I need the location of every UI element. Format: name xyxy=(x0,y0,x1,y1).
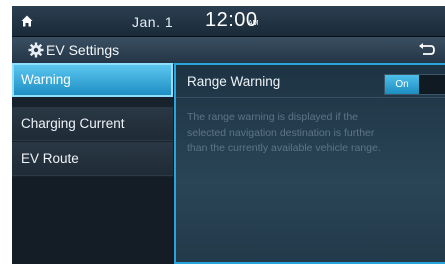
menu-item-label: Charging Current xyxy=(21,116,125,131)
description-line: selected navigation destination is furth… xyxy=(187,126,375,139)
menu-item-charging-current[interactable]: Charging Current xyxy=(12,107,173,141)
am-pm-indicator: AM xyxy=(248,20,259,27)
menu-item-label: EV Route xyxy=(21,151,79,166)
gear-icon xyxy=(28,42,44,58)
menu-item-warning[interactable]: Warning xyxy=(12,63,173,97)
back-button[interactable] xyxy=(413,41,439,59)
range-warning-toggle[interactable]: On xyxy=(384,74,445,95)
menu-item-label: Warning xyxy=(21,72,71,87)
range-warning-label: Range Warning xyxy=(187,74,281,89)
menu-item-ev-route[interactable]: EV Route xyxy=(12,142,173,176)
back-arrow-icon xyxy=(419,43,435,55)
toggle-on-label: On xyxy=(385,75,419,94)
page-title: EV Settings xyxy=(46,42,120,58)
description-line: than the currently available vehicle ran… xyxy=(187,142,381,154)
menu-empty-area xyxy=(12,177,173,264)
home-button[interactable] xyxy=(12,6,42,36)
home-icon xyxy=(21,15,33,27)
title-bar: EV Settings xyxy=(12,37,445,64)
description-line: The range warning is displayed if the xyxy=(187,111,359,123)
range-warning-description: The range warning is displayed if the se… xyxy=(187,110,445,157)
range-warning-row[interactable]: Range Warning On xyxy=(176,65,445,98)
status-bar: Jan. 1 12:00 AM xyxy=(12,6,445,37)
settings-menu: Warning Charging Current EV Route xyxy=(12,63,173,264)
head-unit-screen: Jan. 1 12:00 AM EV Settings Warning Char… xyxy=(12,6,445,264)
date-display: Jan. 1 xyxy=(132,14,174,30)
content-panel: Range Warning On The range warning is di… xyxy=(174,63,445,264)
